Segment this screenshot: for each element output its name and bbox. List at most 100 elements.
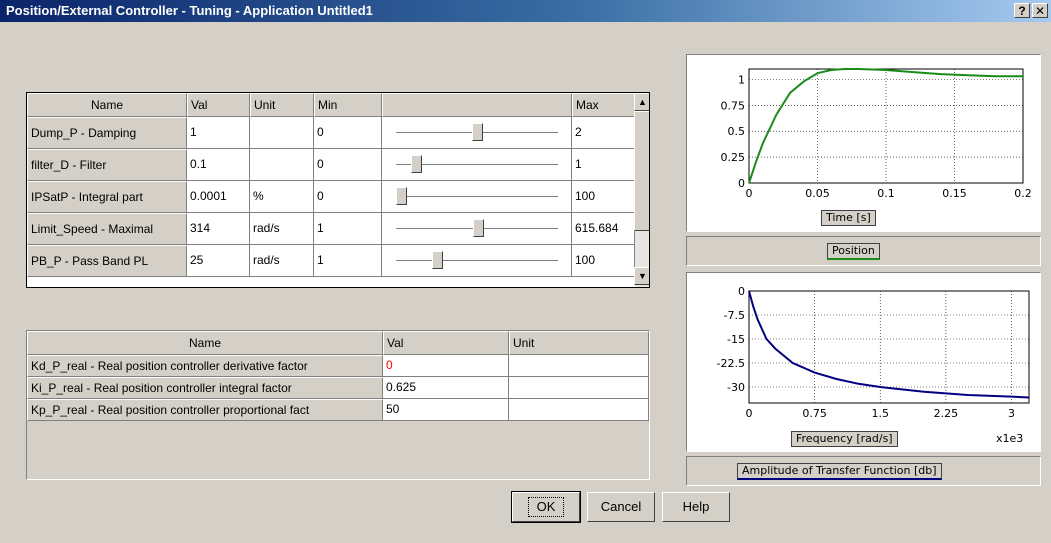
result-val: 0.625: [383, 377, 509, 399]
param-min: 0: [314, 149, 382, 181]
result-name: Kd_P_real - Real position controller der…: [27, 355, 383, 377]
help-icon[interactable]: ?: [1014, 3, 1030, 18]
title-bar[interactable]: Position/External Controller - Tuning - …: [0, 0, 1051, 22]
param-min: 0: [314, 117, 382, 149]
column-header-slider: [382, 93, 572, 117]
x-tick-label: 0.75: [802, 407, 827, 420]
param-slider[interactable]: [382, 149, 572, 181]
x-tick-label: 0.1: [877, 187, 895, 200]
column-header-unit: Unit: [509, 331, 649, 355]
param-min: 0: [314, 181, 382, 213]
column-header-unit: Unit: [250, 93, 314, 117]
column-header-min: Min: [314, 93, 382, 117]
x-axis-label: Frequency [rad/s]: [791, 431, 898, 447]
parameter-table: Name Val Unit Min Max Dump_P - Damping 1…: [26, 92, 650, 288]
param-unit: [250, 149, 314, 181]
column-header-val: Val: [187, 93, 250, 117]
slider-track: [396, 260, 558, 262]
param-val[interactable]: 314: [187, 213, 250, 245]
y-tick-label: 0: [738, 285, 745, 298]
x-tick-label: 2.25: [934, 407, 959, 420]
legend-position: Position: [827, 243, 880, 260]
y-tick-label: -15: [727, 333, 745, 346]
y-tick-label: -22.5: [717, 357, 745, 370]
position-chart-panel: 0 0.05 0.1 0.15 0.2 1 0.75 0.5 0.25 0 Time [s]: [686, 54, 1041, 232]
amplitude-chart: 0 0.75 1.5 2.25 3 0 -7.5 -15 -22.5 -30: [717, 285, 1030, 420]
param-name: filter_D - Filter: [27, 149, 187, 181]
amplitude-legend-bar: Amplitude of Transfer Function [db]: [686, 456, 1041, 486]
result-val: 50: [383, 399, 509, 421]
param-val[interactable]: 1: [187, 117, 250, 149]
param-max: 615.684: [572, 213, 635, 245]
param-unit: rad/s: [250, 245, 314, 277]
param-val[interactable]: 0.1: [187, 149, 250, 181]
x-tick-label: 0.05: [805, 187, 830, 200]
scrollbar-thumb[interactable]: [634, 111, 649, 231]
window-title: Position/External Controller - Tuning - …: [6, 3, 373, 18]
y-tick-label: -7.5: [724, 309, 745, 322]
result-name: Ki_P_real - Real position controller int…: [27, 377, 383, 399]
slider-thumb[interactable]: [473, 219, 484, 237]
slider-thumb[interactable]: [471, 123, 483, 141]
result-table-area: Name Val Unit Kd_P_real - Real position …: [26, 330, 650, 480]
result-unit: [509, 399, 649, 421]
param-unit: %: [250, 181, 314, 213]
param-name: Dump_P - Damping: [27, 117, 187, 149]
slider-thumb[interactable]: [411, 155, 423, 173]
position-chart: 0 0.05 0.1 0.15 0.2 1 0.75 0.5 0.25 0: [721, 68, 1032, 200]
param-max: 100: [572, 245, 635, 277]
x-tick-label: 3: [1008, 407, 1015, 420]
x-tick-label: 1.5: [872, 407, 890, 420]
result-name: Kp_P_real - Real position controller pro…: [27, 399, 383, 421]
slider-track: [396, 196, 558, 198]
x-axis-multiplier: x1e3: [996, 432, 1024, 445]
y-tick-label: 1: [738, 73, 745, 86]
column-header-name: Name: [27, 93, 187, 117]
scroll-up-icon[interactable]: ▲: [634, 93, 649, 111]
param-name: IPSatP - Integral part: [27, 181, 187, 213]
cancel-button[interactable]: Cancel: [587, 492, 655, 522]
param-min: 1: [314, 245, 382, 277]
plot-area: [748, 290, 1030, 404]
y-tick-label: 0.25: [721, 151, 746, 164]
param-unit: [250, 117, 314, 149]
scroll-down-icon[interactable]: ▼: [634, 267, 649, 285]
x-tick-label: 0: [746, 407, 753, 420]
param-max: 1: [572, 149, 635, 181]
vertical-scrollbar[interactable]: ▲ ▼: [634, 93, 649, 287]
result-unit: [509, 377, 649, 399]
column-header-name: Name: [27, 331, 383, 355]
param-name: PB_P - Pass Band PL: [27, 245, 187, 277]
position-legend-bar: Position: [686, 236, 1041, 266]
legend-amplitude: Amplitude of Transfer Function [db]: [737, 463, 942, 480]
param-val[interactable]: 25: [187, 245, 250, 277]
result-val: 0: [383, 355, 509, 377]
result-unit: [509, 355, 649, 377]
param-slider[interactable]: [382, 181, 572, 213]
x-tick-label: 0.15: [942, 187, 967, 200]
param-slider[interactable]: [382, 213, 572, 245]
param-min: 1: [314, 213, 382, 245]
x-tick-label: 0: [746, 187, 753, 200]
param-name: Limit_Speed - Maximal: [27, 213, 187, 245]
close-icon[interactable]: ✕: [1032, 3, 1048, 18]
y-tick-label: 0: [738, 177, 745, 190]
param-max: 100: [572, 181, 635, 213]
column-header-max: Max: [572, 93, 635, 117]
slider-thumb[interactable]: [432, 251, 444, 269]
result-table: Name Val Unit Kd_P_real - Real position …: [27, 331, 649, 421]
ok-button[interactable]: OK: [511, 491, 581, 523]
y-tick-label: 0.5: [728, 125, 746, 138]
param-val[interactable]: 0.0001: [187, 181, 250, 213]
slider-thumb[interactable]: [396, 187, 407, 205]
y-tick-label: -30: [727, 381, 745, 394]
tuning-dialog: Position/External Controller - Tuning - …: [0, 0, 1051, 543]
y-tick-label: 0.75: [721, 99, 746, 112]
help-button[interactable]: Help: [662, 492, 730, 522]
param-max: 2: [572, 117, 635, 149]
param-slider[interactable]: [382, 245, 572, 277]
x-axis-label: Time [s]: [821, 210, 876, 226]
param-unit: rad/s: [250, 213, 314, 245]
param-slider[interactable]: [382, 117, 572, 149]
x-tick-label: 0.2: [1014, 187, 1032, 200]
